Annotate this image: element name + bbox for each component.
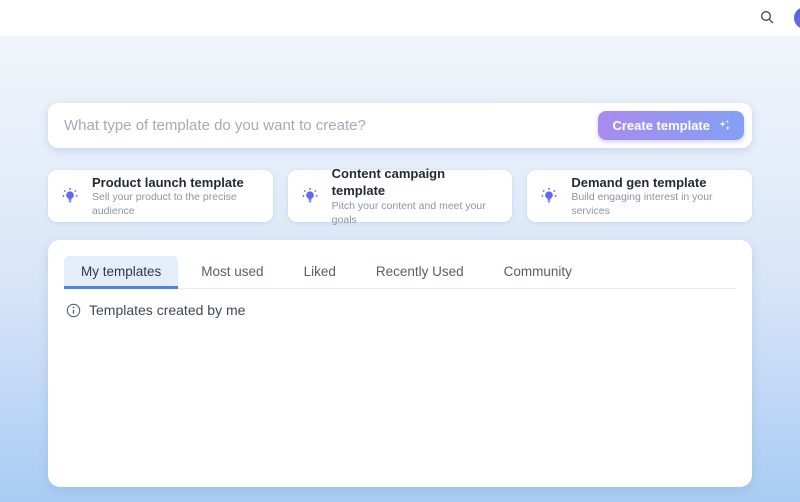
tab-most-used[interactable]: Most used [184, 256, 280, 289]
create-template-label: Create template [612, 118, 710, 133]
app-page: Create template [0, 0, 800, 502]
card-demand-gen-template[interactable]: Demand gen template Build engaging inter… [527, 170, 752, 222]
card-title: Content campaign template [332, 165, 501, 200]
lightbulb-icon [60, 186, 80, 206]
card-subtitle: Pitch your content and meet your goals [332, 200, 501, 227]
tab-recently-used[interactable]: Recently Used [359, 256, 481, 289]
template-prompt-input[interactable] [48, 103, 598, 148]
card-title: Demand gen template [571, 174, 740, 192]
empty-state-row: Templates created by me [66, 302, 736, 318]
card-title: Product launch template [92, 174, 261, 192]
card-product-launch-template[interactable]: Product launch template Sell your produc… [48, 170, 273, 222]
avatar[interactable] [794, 7, 800, 29]
lightbulb-icon [300, 186, 320, 206]
templates-tabs: My templates Most used Liked Recently Us… [64, 256, 736, 289]
suggestion-cards-row: Product launch template Sell your produc… [48, 170, 752, 222]
card-text: Product launch template Sell your produc… [92, 174, 261, 219]
tab-liked[interactable]: Liked [287, 256, 353, 289]
card-subtitle: Sell your product to the precise audienc… [92, 191, 261, 218]
sparkles-icon [717, 118, 732, 133]
search-icon[interactable] [756, 7, 778, 29]
card-text: Demand gen template Build engaging inter… [571, 174, 740, 219]
templates-panel: My templates Most used Liked Recently Us… [48, 240, 752, 487]
card-text: Content campaign template Pitch your con… [332, 165, 501, 227]
card-content-campaign-template[interactable]: Content campaign template Pitch your con… [288, 170, 513, 222]
create-template-button[interactable]: Create template [598, 111, 744, 140]
template-prompt-bar: Create template [48, 103, 752, 148]
tab-community[interactable]: Community [487, 256, 589, 289]
empty-state-label: Templates created by me [89, 302, 245, 318]
card-subtitle: Build engaging interest in your services [571, 191, 740, 218]
info-icon [66, 303, 81, 318]
top-bar [0, 0, 800, 36]
tab-my-templates[interactable]: My templates [64, 256, 178, 289]
lightbulb-icon [539, 186, 559, 206]
